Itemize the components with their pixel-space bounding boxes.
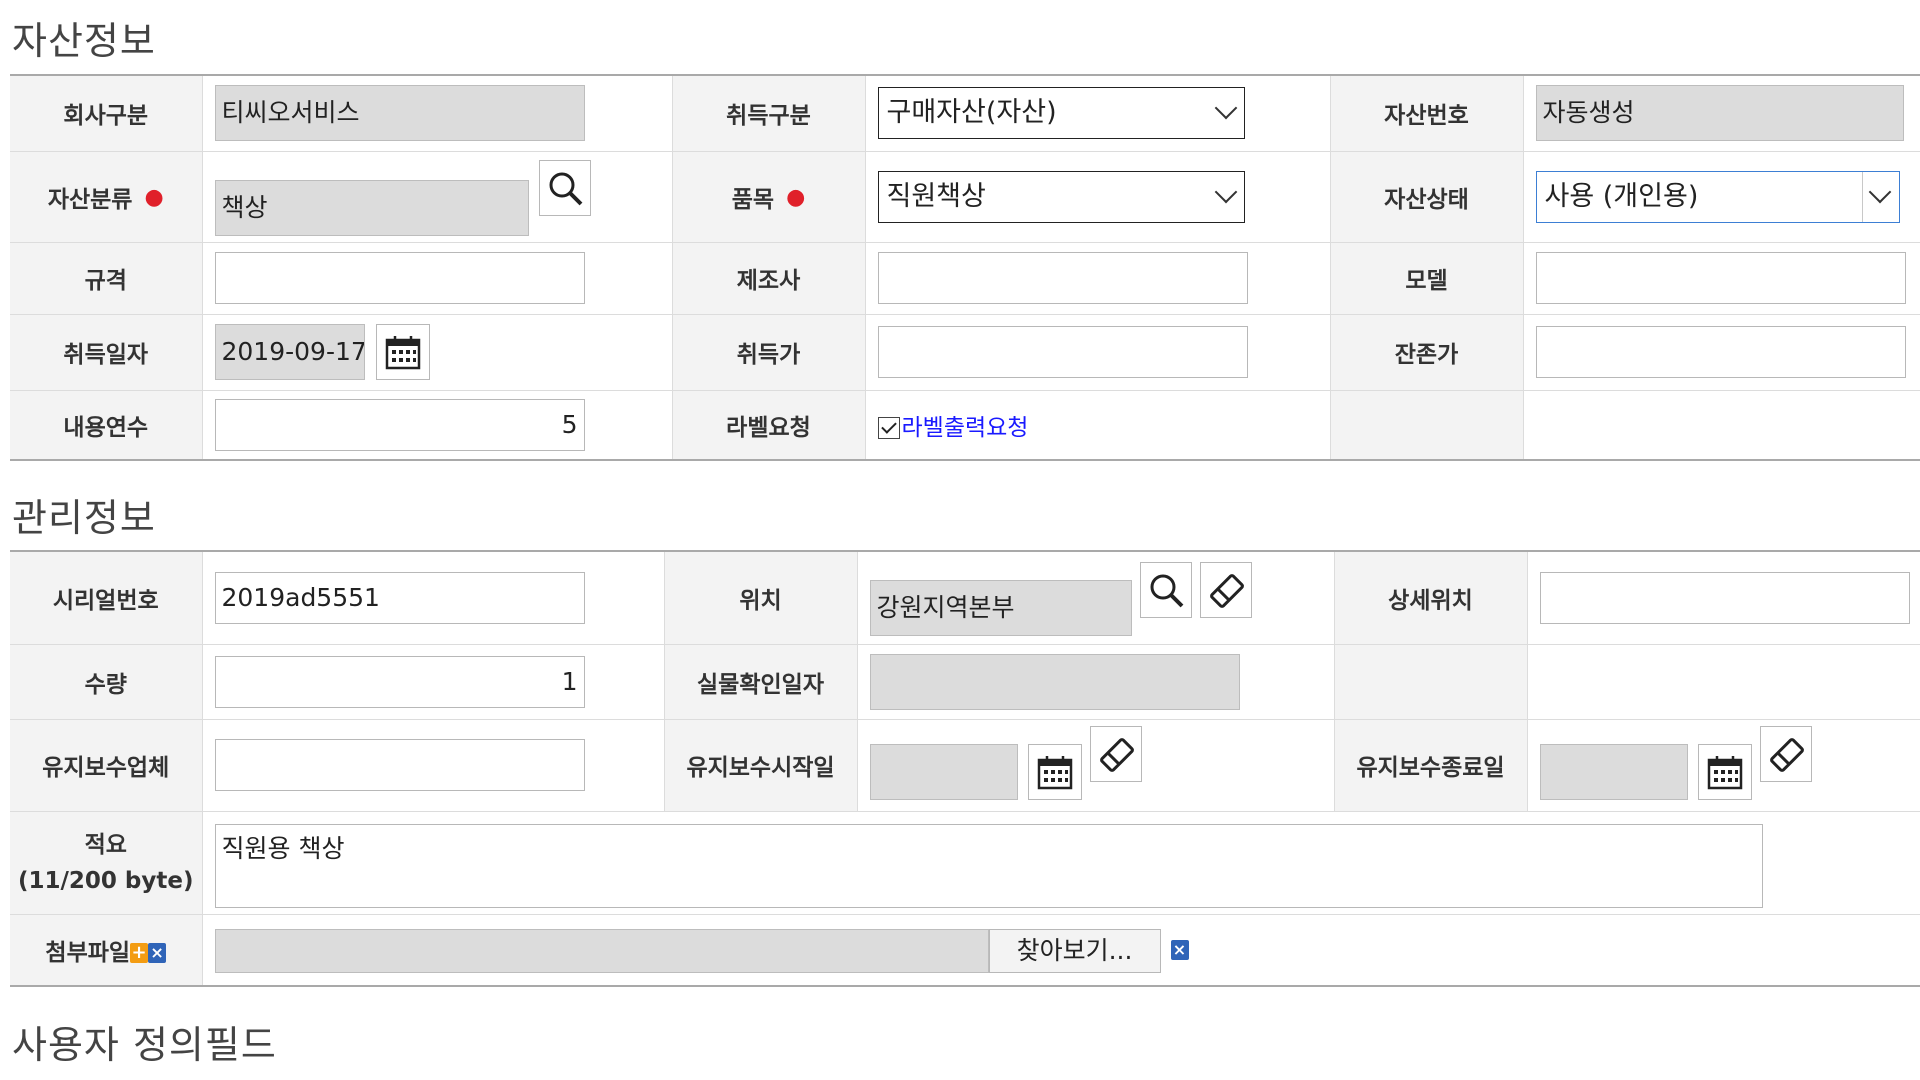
maintenance-end-calendar-button[interactable] (1697, 743, 1752, 800)
verification-date-label: 실물확인일자 (664, 643, 858, 720)
maintenance-end-clear-button[interactable] (1759, 725, 1812, 782)
acquisition-price-input[interactable] (877, 326, 1248, 378)
maintenance-end-label: 유지보수종료일 (1334, 718, 1528, 812)
chevron-down-icon (1868, 180, 1891, 203)
company-label: 회사구분 (10, 74, 203, 152)
status-value: 사용 (개인용) (1544, 180, 1699, 212)
search-icon (1150, 574, 1183, 608)
location-search-button[interactable] (1139, 562, 1192, 618)
eraser-icon (1209, 574, 1244, 608)
useful-life-label: 내용연수 (10, 389, 203, 461)
verification-date-field[interactable] (869, 653, 1240, 710)
acquisition-price-label: 취득가 (672, 313, 866, 391)
chevron-down-icon (1214, 96, 1237, 120)
company-field[interactable]: 티씨오서비스 (214, 85, 585, 142)
item-label-cell: 품목 ● (672, 150, 866, 243)
model-label: 모델 (1330, 241, 1524, 315)
item-label: 품목 (731, 186, 775, 213)
maintenance-start-clear-button[interactable] (1089, 725, 1142, 782)
serial-number-input[interactable]: 2019ad5551 (214, 571, 585, 624)
empty-value-cell (1527, 643, 1920, 720)
checkbox-checked-icon (877, 417, 900, 440)
required-marker: ● (786, 184, 806, 210)
maintenance-vendor-input[interactable] (214, 739, 585, 791)
category-label: 자산분류 (47, 186, 133, 213)
category-field[interactable]: 책상 (214, 179, 529, 236)
memo-byte-count: (11/200 byte) (18, 867, 194, 894)
label-print-request-text: 라벨출력요청 (901, 414, 1029, 441)
label-print-request-checkbox[interactable]: 라벨출력요청 (877, 414, 1029, 441)
browse-button[interactable]: 찾아보기... (988, 928, 1161, 973)
maintenance-start-field[interactable] (869, 743, 1018, 800)
calendar-icon (1037, 755, 1072, 789)
maintenance-vendor-label: 유지보수업체 (10, 718, 203, 812)
attachment-file-field[interactable] (214, 928, 989, 973)
item-value: 직원책상 (886, 180, 986, 212)
asset-number-label: 자산번호 (1330, 74, 1524, 152)
quantity-label: 수량 (10, 643, 203, 720)
status-label: 자산상태 (1330, 150, 1524, 243)
calendar-icon (385, 336, 420, 370)
acquisition-type-label: 취득구분 (672, 74, 866, 152)
label-request-label: 라벨요청 (672, 389, 866, 461)
location-clear-button[interactable] (1199, 562, 1252, 618)
status-select[interactable]: 사용 (개인용) (1535, 170, 1900, 223)
category-search-button[interactable] (538, 159, 591, 216)
quantity-input[interactable]: 1 (214, 655, 585, 708)
acquisition-date-field[interactable]: 2019-09-17 (214, 324, 365, 380)
eraser-icon (1769, 737, 1804, 772)
maker-label: 제조사 (672, 241, 866, 315)
model-input[interactable] (1535, 252, 1906, 304)
memo-textarea[interactable]: 직원용 책상 (214, 823, 1763, 908)
detail-location-input[interactable] (1539, 571, 1910, 624)
empty-label-cell (1330, 389, 1524, 461)
empty-value-cell (1523, 389, 1920, 461)
maintenance-end-field[interactable] (1539, 743, 1688, 800)
maintenance-start-label: 유지보수시작일 (664, 718, 858, 812)
useful-life-input[interactable]: 5 (214, 398, 585, 451)
attachment-label: 첨부파일 (45, 939, 131, 966)
section-title-asset-info: 자산정보 (12, 19, 156, 63)
acquisition-date-label: 취득일자 (10, 313, 203, 391)
category-label-cell: 자산분류 ● (10, 150, 203, 243)
asset-number-field[interactable]: 자동생성 (1535, 85, 1904, 142)
calendar-icon (1707, 755, 1742, 789)
location-label: 위치 (664, 550, 858, 645)
maker-input[interactable] (877, 252, 1248, 304)
management-info-table: 시리얼번호 2019ad5551 위치 강원지역본부 상세위치 수량 1 실물확… (10, 550, 1920, 987)
location-field[interactable]: 강원지역본부 (869, 580, 1132, 636)
acquisition-type-value: 구매자산(자산) (886, 97, 1057, 129)
item-select[interactable]: 직원책상 (877, 170, 1245, 223)
chevron-down-icon (1214, 180, 1237, 203)
section-title-management-info: 관리정보 (12, 496, 156, 540)
search-icon (549, 172, 582, 205)
spec-label: 규격 (10, 241, 203, 315)
detail-location-label: 상세위치 (1334, 550, 1528, 645)
asset-form-page: 자산정보 회사구분 티씨오서비스 취득구분 구매자산(자산) 자산번호 자동생성 (0, 0, 1920, 1080)
eraser-icon (1099, 737, 1134, 772)
acquisition-date-calendar-button[interactable] (375, 324, 430, 380)
residual-value-label: 잔존가 (1330, 313, 1524, 391)
maintenance-start-calendar-button[interactable] (1027, 743, 1082, 800)
serial-number-label: 시리얼번호 (10, 550, 203, 645)
remove-attachment-icon[interactable]: × (148, 943, 167, 964)
empty-label-cell (1334, 643, 1528, 720)
required-marker: ● (144, 184, 164, 210)
attachment-label-cell: 첨부파일+ × (10, 913, 203, 987)
remove-file-icon[interactable]: × (1170, 939, 1189, 960)
residual-value-input[interactable] (1535, 326, 1906, 378)
spec-input[interactable] (214, 252, 585, 304)
memo-label: 적요 (84, 831, 127, 858)
section-title-user-defined: 사용자 정의필드 (12, 1023, 277, 1067)
acquisition-type-select[interactable]: 구매자산(자산) (877, 87, 1245, 140)
memo-label-cell: 적요 (11/200 byte) (10, 810, 203, 915)
add-attachment-icon[interactable]: + (130, 943, 149, 964)
asset-info-table: 회사구분 티씨오서비스 취득구분 구매자산(자산) 자산번호 자동생성 자산분류… (10, 74, 1920, 461)
